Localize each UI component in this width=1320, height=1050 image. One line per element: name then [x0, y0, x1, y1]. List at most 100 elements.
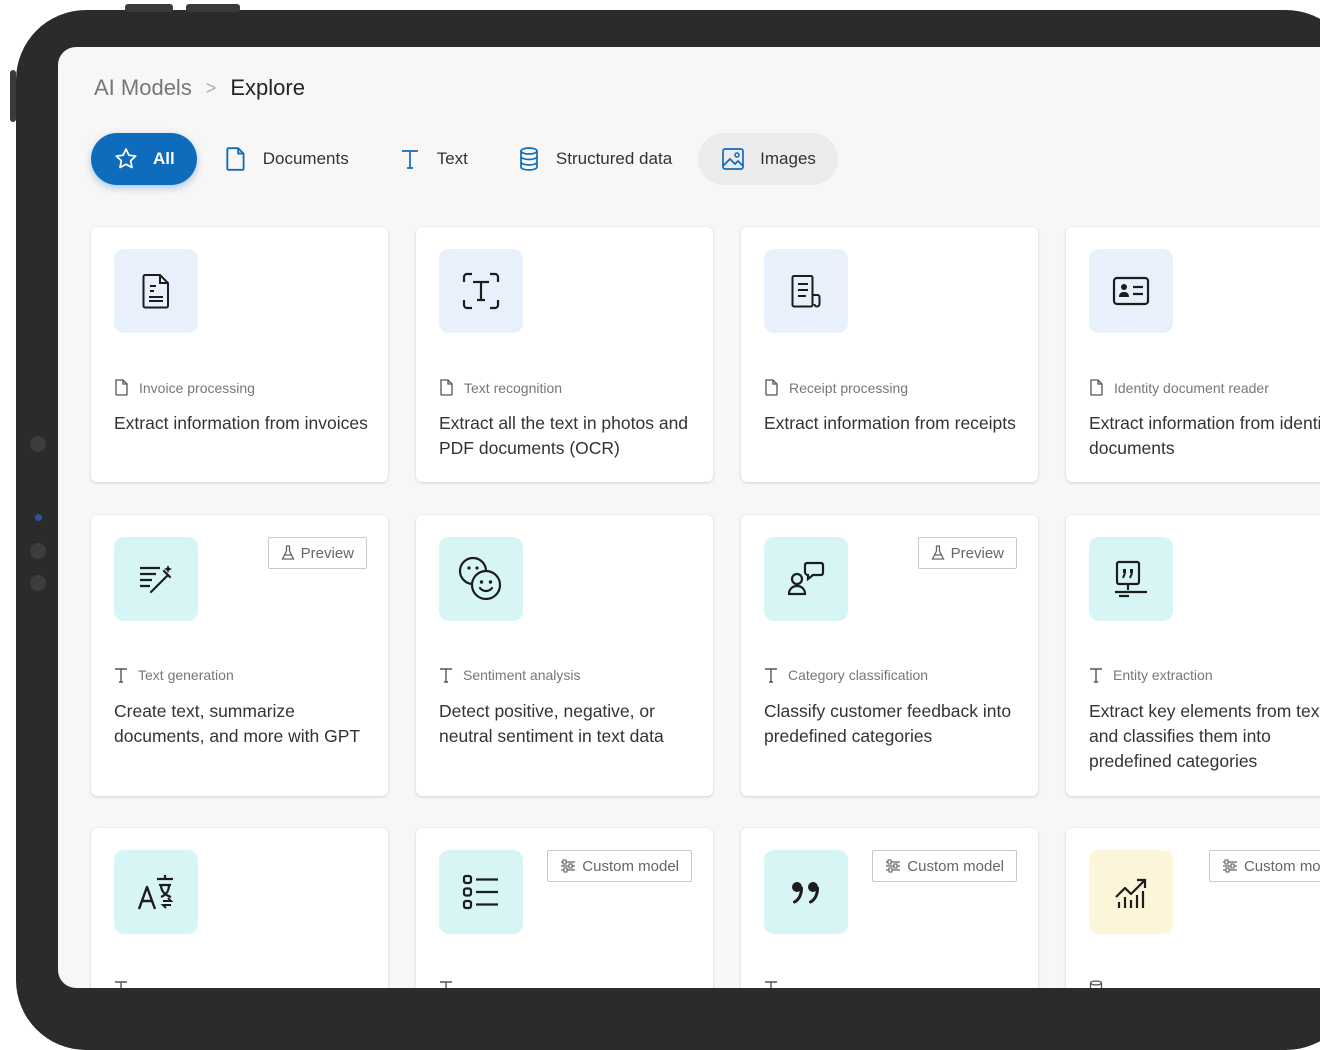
emoji-icon — [439, 537, 523, 621]
tab-text[interactable]: Text — [375, 133, 490, 185]
invoice-icon — [114, 249, 198, 333]
custom-model-badge: Custom mod — [1208, 850, 1320, 882]
document-icon — [764, 379, 779, 396]
page-indicator-dot — [30, 436, 46, 452]
card-category: Receipt processing — [764, 379, 908, 396]
preview-badge: Preview — [917, 537, 1017, 569]
card-category: Identity document reader — [1089, 379, 1269, 396]
tab-structured-data[interactable]: Structured data — [494, 133, 694, 185]
sliders-icon — [1222, 859, 1238, 873]
model-card-category-classification[interactable]: Preview Category classification Classify… — [741, 515, 1038, 796]
model-card-text-generation[interactable]: Preview Text generation Create text, sum… — [91, 515, 388, 796]
card-category — [764, 980, 788, 988]
card-category-label: Identity document reader — [1114, 379, 1269, 396]
card-description: Detect positive, negative, or neutral se… — [439, 701, 664, 746]
card-description: Extract information from invoices — [114, 413, 368, 433]
card-category: Entity extraction — [1089, 667, 1213, 683]
device-button — [186, 4, 240, 12]
app-screen: AI Models > Explore All Documents Text S… — [58, 47, 1320, 988]
card-category: Sentiment analysis — [439, 667, 581, 683]
card-category — [114, 980, 138, 988]
tab-label: Images — [760, 149, 816, 168]
badge-label: Custom model — [582, 857, 679, 875]
model-card-text-translation[interactable] — [91, 828, 388, 988]
entity-icon — [1089, 537, 1173, 621]
model-card-custom-category-classification[interactable]: Custom model — [416, 828, 713, 988]
quote-icon — [764, 850, 848, 934]
card-category-label: Text generation — [138, 667, 234, 683]
document-icon — [439, 379, 454, 396]
tab-images[interactable]: Images — [698, 133, 838, 185]
card-category-label: Receipt processing — [789, 379, 909, 396]
model-card-prediction[interactable]: Custom mod — [1066, 828, 1320, 988]
text-icon — [439, 980, 453, 988]
model-card-invoice-processing[interactable]: Invoice processing Extract information f… — [91, 227, 388, 482]
sliders-icon — [560, 859, 576, 873]
text-recognition-icon — [439, 249, 523, 333]
tab-label: Structured data — [555, 149, 673, 168]
prediction-chart-icon — [1089, 850, 1173, 934]
badge-label: Preview — [950, 544, 1004, 562]
badge-label: Custom mod — [1243, 857, 1320, 875]
breadcrumb-ai-models[interactable]: AI Models — [94, 75, 192, 101]
text-generation-icon — [114, 537, 198, 621]
model-card-receipt-processing[interactable]: Receipt processing Extract information f… — [741, 227, 1038, 482]
card-category-label: Entity extraction — [1113, 667, 1213, 683]
badge-label: Custom model — [907, 857, 1004, 875]
document-icon — [114, 379, 129, 396]
card-description: Create text, summarize documents, and mo… — [114, 701, 361, 746]
tab-all[interactable]: All — [91, 133, 197, 185]
breadcrumb: AI Models > Explore — [94, 75, 305, 101]
card-category — [439, 980, 463, 988]
flask-icon — [931, 545, 945, 561]
page-indicator-dot — [30, 575, 46, 591]
card-description: Extract key elements from text, and clas… — [1089, 701, 1320, 771]
star-icon — [113, 146, 139, 172]
text-icon — [764, 667, 778, 683]
card-category: Text recognition — [439, 379, 562, 396]
card-category — [1089, 980, 1113, 988]
filter-tabs: All Documents Text Structured data Image… — [91, 133, 842, 185]
text-icon — [1089, 667, 1103, 683]
custom-model-badge: Custom model — [872, 850, 1017, 882]
page-indicator-dot — [35, 514, 42, 521]
card-description: Classify customer feedback into predefin… — [764, 701, 1012, 746]
model-card-entity-extraction[interactable]: Entity extraction Extract key elements f… — [1066, 515, 1320, 796]
database-icon — [1089, 980, 1103, 988]
document-icon — [223, 146, 249, 172]
text-icon — [764, 980, 778, 988]
model-card-custom-entity-extraction[interactable]: Custom model — [741, 828, 1038, 988]
card-category-label: Text recognition — [464, 379, 563, 396]
sliders-icon — [885, 859, 901, 873]
chevron-right-icon: > — [205, 77, 217, 98]
card-category: Category classification — [764, 667, 928, 683]
translate-icon — [114, 850, 198, 934]
badge-label: Preview — [300, 544, 354, 562]
model-card-identity-document-reader[interactable]: Identity document reader Extract informa… — [1066, 227, 1320, 482]
card-category: Text generation — [114, 667, 234, 683]
tab-label: Documents — [262, 149, 349, 168]
tab-label: All — [153, 149, 175, 168]
custom-model-badge: Custom model — [547, 850, 692, 882]
image-icon — [720, 146, 746, 172]
device-button — [125, 4, 173, 12]
card-description: Extract all the text in photos and PDF d… — [439, 413, 689, 458]
database-icon — [516, 146, 542, 172]
card-category-label: Category classification — [788, 667, 929, 683]
flask-icon — [281, 545, 295, 561]
preview-badge: Preview — [267, 537, 367, 569]
tab-label: Text — [436, 149, 468, 168]
model-card-text-recognition[interactable]: Text recognition Extract all the text in… — [416, 227, 713, 482]
text-icon — [397, 146, 423, 172]
text-icon — [114, 980, 128, 988]
document-icon — [1089, 379, 1104, 396]
tab-documents[interactable]: Documents — [201, 133, 371, 185]
model-card-sentiment-analysis[interactable]: Sentiment analysis Detect positive, nega… — [416, 515, 713, 796]
card-category-label: Invoice processing — [139, 379, 255, 396]
id-card-icon — [1089, 249, 1173, 333]
card-category: Invoice processing — [114, 379, 255, 396]
card-description: Extract information from identity docume… — [1089, 413, 1320, 458]
text-icon — [439, 667, 453, 683]
receipt-icon — [764, 249, 848, 333]
card-description: Extract information from receipts — [764, 413, 1016, 433]
